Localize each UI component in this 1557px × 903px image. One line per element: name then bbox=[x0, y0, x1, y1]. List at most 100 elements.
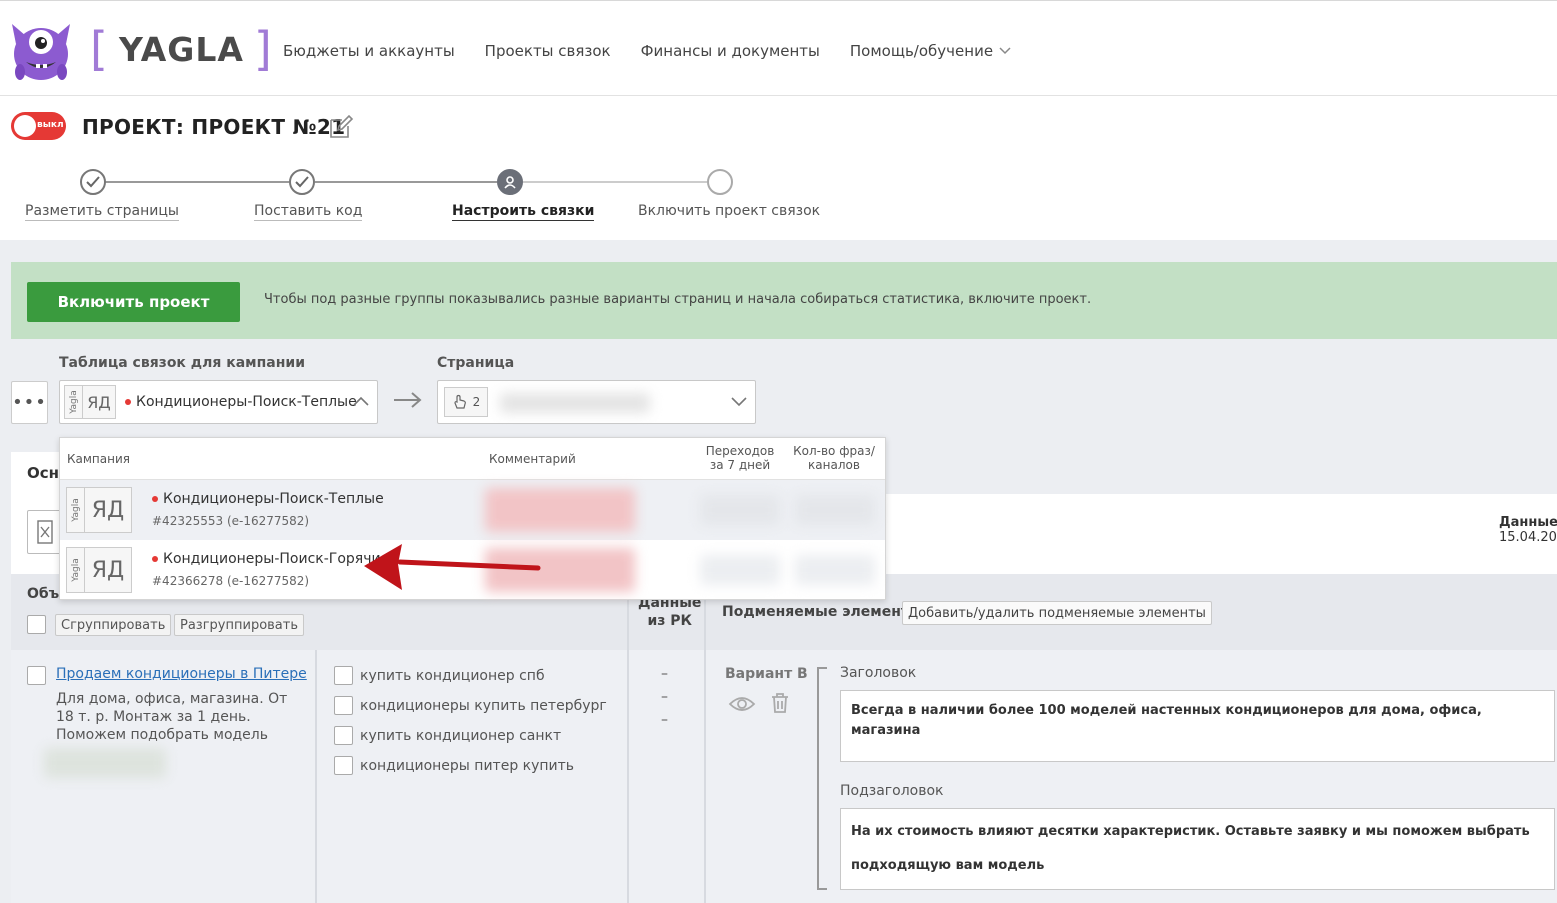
variant-label: Вариант В bbox=[725, 666, 808, 682]
page-count: 2 bbox=[472, 395, 481, 409]
column-divider bbox=[315, 650, 317, 903]
data-rk-value: – bbox=[661, 712, 668, 728]
dropdown-campaign-row[interactable]: Yagla ЯД Кондиционеры-Поиск-Теплые #4232… bbox=[60, 480, 885, 540]
step-1-label[interactable]: Разметить страницы bbox=[25, 203, 179, 221]
nav-help-label: Помощь/обучение bbox=[849, 42, 994, 60]
page-variants-badge: 2 bbox=[444, 387, 488, 417]
status-dot-icon bbox=[125, 399, 131, 405]
step-4-circle-icon[interactable] bbox=[707, 169, 733, 195]
yandex-direct-badge: Yagla ЯД bbox=[66, 547, 132, 593]
nav-finance[interactable]: Финансы и документы bbox=[641, 42, 820, 60]
campaign-select-value: Кондиционеры-Поиск-Теплые bbox=[136, 394, 357, 410]
toggle-knob bbox=[14, 115, 36, 137]
campaign-name: Кондиционеры-Поиск-Горячие bbox=[152, 551, 389, 567]
toggle-label: выкл bbox=[37, 120, 64, 130]
bracket-left-icon: [ bbox=[90, 22, 109, 76]
bracket-right-icon: ] bbox=[253, 22, 273, 76]
step-4-label[interactable]: Включить проект связок bbox=[638, 203, 820, 220]
keyword-checkbox[interactable] bbox=[334, 726, 353, 745]
excel-icon bbox=[37, 520, 53, 544]
main-nav: Бюджеты и аккаунты Проекты связок Финанс… bbox=[283, 42, 1011, 60]
keyword-item[interactable]: купить кондиционер спб bbox=[334, 666, 545, 685]
chevron-down-icon bbox=[731, 397, 747, 407]
subheading-label: Подзаголовок bbox=[840, 783, 944, 799]
phrases-redacted bbox=[795, 495, 875, 525]
annotation-arrow-icon bbox=[364, 544, 541, 590]
data-rk-value: – bbox=[661, 689, 668, 705]
transitions-redacted bbox=[700, 555, 780, 585]
hand-pointer-icon bbox=[454, 394, 466, 409]
status-dot-icon bbox=[152, 556, 158, 562]
replace-elements-label: Подменяемые элементы bbox=[722, 604, 922, 620]
step-3-label[interactable]: Настроить связки bbox=[452, 203, 595, 221]
step-2-check-icon[interactable] bbox=[289, 169, 315, 195]
col-transitions: Переходов за 7 дней bbox=[700, 444, 780, 472]
eye-icon[interactable] bbox=[728, 694, 756, 714]
more-options-button[interactable]: ••• bbox=[11, 381, 48, 424]
col-phrases-line2: каналов bbox=[808, 458, 860, 472]
trash-icon[interactable] bbox=[769, 692, 791, 714]
yd-label: ЯД bbox=[91, 497, 125, 523]
campaign-id: #42325553 (e-16277582) bbox=[152, 514, 310, 528]
dropdown-header: Кампания Комментарий Переходов за 7 дней… bbox=[60, 438, 885, 480]
keyword-text: кондиционеры питер купить bbox=[360, 757, 575, 774]
column-divider bbox=[704, 574, 706, 903]
step-2-label[interactable]: Поставить код bbox=[254, 203, 363, 221]
keyword-checkbox[interactable] bbox=[334, 696, 353, 715]
status-dot-icon bbox=[152, 496, 158, 502]
add-remove-elements-button[interactable]: Добавить/удалить подменяемые элементы bbox=[902, 601, 1212, 625]
page-title: ПРОЕКТ: ПРОЕКТ №21 bbox=[82, 115, 346, 139]
yandex-direct-badge: Yagla ЯД bbox=[66, 487, 132, 533]
yagla-vertical-label: Yagla bbox=[67, 548, 85, 592]
col-transitions-line1: Переходов bbox=[705, 444, 775, 458]
ad-checkbox[interactable] bbox=[27, 666, 46, 685]
page-label: Страница bbox=[437, 355, 515, 371]
chevron-down-icon bbox=[999, 47, 1011, 55]
variant-bracket bbox=[817, 667, 827, 890]
enable-project-button[interactable]: Включить проект bbox=[27, 282, 240, 322]
comment-redacted bbox=[485, 488, 635, 532]
brand-name: YAGLA bbox=[118, 29, 244, 69]
mascot-logo-icon[interactable] bbox=[10, 14, 72, 82]
group-button[interactable]: Сгруппировать bbox=[55, 614, 172, 636]
campaign-select[interactable]: Yagla ЯД Кондиционеры-Поиск-Теплые bbox=[59, 380, 378, 424]
ungroup-button[interactable]: Разгруппировать bbox=[174, 614, 305, 636]
banner-message: Чтобы под разные группы показывались раз… bbox=[264, 292, 1092, 307]
campaign-id: #42366278 (e-16277582) bbox=[152, 574, 310, 588]
yandex-direct-badge: Yagla ЯД bbox=[64, 385, 116, 419]
keyword-item[interactable]: кондиционеры питер купить bbox=[334, 756, 574, 775]
chevron-up-icon bbox=[353, 396, 369, 406]
column-divider bbox=[627, 574, 629, 903]
ad-description: Для дома, офиса, магазина. От 18 т. р. М… bbox=[56, 691, 288, 743]
brand-logo[interactable]: [ YAGLA ] bbox=[90, 26, 273, 72]
excel-export-button[interactable] bbox=[27, 510, 61, 554]
step-1-check-icon[interactable] bbox=[80, 169, 106, 195]
keyword-item[interactable]: купить кондиционер санкт bbox=[334, 726, 561, 745]
nav-budgets[interactable]: Бюджеты и аккаунты bbox=[283, 42, 455, 60]
nav-projects[interactable]: Проекты связок bbox=[485, 42, 611, 60]
step-connector bbox=[523, 181, 707, 183]
yagla-vertical-label: Yagla bbox=[65, 386, 83, 418]
edit-icon[interactable] bbox=[328, 114, 354, 140]
ad-title-link[interactable]: Продаем кондиционеры в Питере bbox=[56, 666, 307, 682]
heading-field[interactable]: Всегда в наличии более 100 моделей насте… bbox=[840, 690, 1555, 762]
col-campaign: Кампания bbox=[67, 452, 130, 466]
data-rk-line2: из РК bbox=[647, 613, 692, 629]
data-label: Данные а bbox=[1499, 515, 1557, 530]
nav-help[interactable]: Помощь/обучение bbox=[850, 42, 1011, 60]
yd-label: ЯД bbox=[91, 557, 125, 583]
project-toggle[interactable]: выкл bbox=[11, 112, 66, 140]
page-select[interactable]: 2 bbox=[437, 380, 756, 424]
subheading-field[interactable]: На их стоимость влияют десятки характери… bbox=[840, 808, 1555, 890]
col-transitions-line2: за 7 дней bbox=[709, 458, 771, 472]
col-comment: Комментарий bbox=[489, 452, 576, 466]
keyword-checkbox[interactable] bbox=[334, 666, 353, 685]
keyword-item[interactable]: кондиционеры купить петербург bbox=[334, 696, 607, 715]
data-rk-value: – bbox=[661, 666, 668, 682]
select-all-checkbox[interactable] bbox=[27, 615, 46, 634]
keyword-checkbox[interactable] bbox=[334, 756, 353, 775]
step-3-user-icon[interactable] bbox=[497, 169, 523, 195]
keyword-text: купить кондиционер санкт bbox=[360, 727, 562, 744]
step-connector bbox=[315, 181, 497, 183]
heading-label: Заголовок bbox=[840, 665, 917, 681]
